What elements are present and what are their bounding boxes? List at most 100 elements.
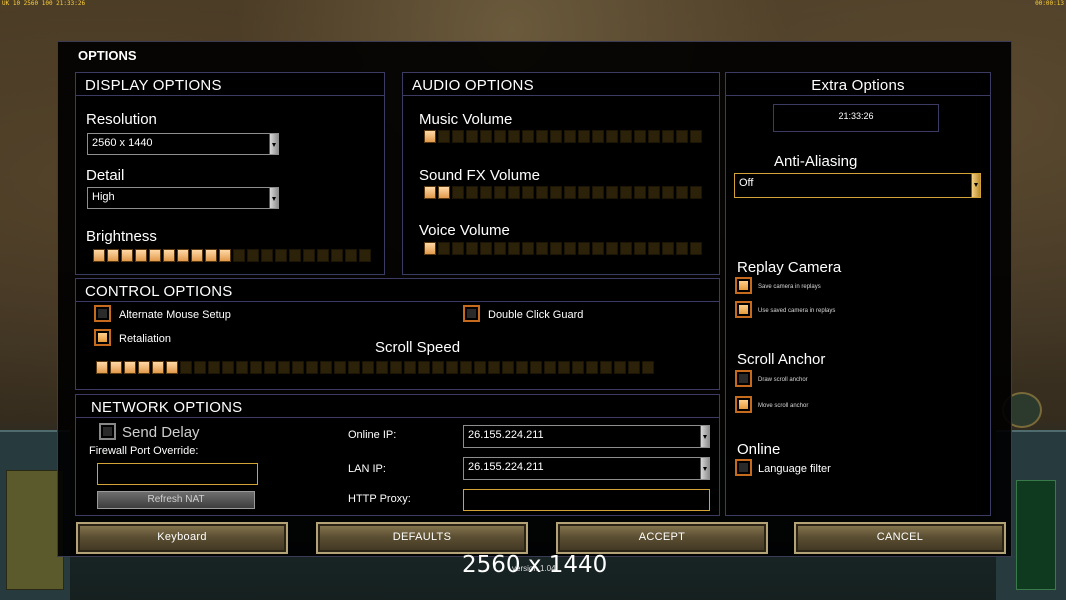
brightness-segment[interactable] <box>93 249 105 262</box>
music-volume-segment[interactable] <box>606 130 618 143</box>
brightness-segment[interactable] <box>191 249 203 262</box>
scroll-speed-segment[interactable] <box>446 361 458 374</box>
brightness-segment[interactable] <box>107 249 119 262</box>
scroll-speed-segment[interactable] <box>558 361 570 374</box>
retaliation-checkbox[interactable] <box>94 329 111 346</box>
scroll-speed-segment[interactable] <box>488 361 500 374</box>
sound-fx-volume-segment[interactable] <box>466 186 478 199</box>
sound-fx-volume-segment[interactable] <box>494 186 506 199</box>
scroll-speed-segment[interactable] <box>418 361 430 374</box>
voice-volume-segment[interactable] <box>606 242 618 255</box>
scroll-speed-segment[interactable] <box>138 361 150 374</box>
scroll-speed-slider[interactable] <box>96 361 654 374</box>
scroll-speed-segment[interactable] <box>404 361 416 374</box>
music-volume-segment[interactable] <box>452 130 464 143</box>
scroll-speed-segment[interactable] <box>152 361 164 374</box>
voice-volume-segment[interactable] <box>508 242 520 255</box>
brightness-segment[interactable] <box>275 249 287 262</box>
brightness-segment[interactable] <box>289 249 301 262</box>
scroll-speed-segment[interactable] <box>264 361 276 374</box>
chevron-down-icon[interactable] <box>269 188 278 208</box>
brightness-segment[interactable] <box>261 249 273 262</box>
brightness-segment[interactable] <box>233 249 245 262</box>
scroll-speed-segment[interactable] <box>642 361 654 374</box>
scroll-speed-segment[interactable] <box>250 361 262 374</box>
scroll-speed-segment[interactable] <box>362 361 374 374</box>
voice-volume-segment[interactable] <box>620 242 632 255</box>
sound-fx-volume-segment[interactable] <box>676 186 688 199</box>
scroll-speed-segment[interactable] <box>530 361 542 374</box>
brightness-segment[interactable] <box>163 249 175 262</box>
scroll-speed-segment[interactable] <box>600 361 612 374</box>
keyboard-button[interactable]: Keyboard <box>76 522 288 554</box>
music-volume-segment[interactable] <box>466 130 478 143</box>
scroll-speed-segment[interactable] <box>236 361 248 374</box>
double-click-guard-checkbox[interactable] <box>463 305 480 322</box>
sound-fx-volume-segment[interactable] <box>522 186 534 199</box>
scroll-speed-segment[interactable] <box>278 361 290 374</box>
music-volume-segment[interactable] <box>676 130 688 143</box>
music-volume-segment[interactable] <box>690 130 702 143</box>
scroll-speed-segment[interactable] <box>460 361 472 374</box>
voice-volume-segment[interactable] <box>592 242 604 255</box>
voice-volume-segment[interactable] <box>452 242 464 255</box>
sound-fx-volume-segment[interactable] <box>452 186 464 199</box>
music-volume-segment[interactable] <box>634 130 646 143</box>
sound-fx-volume-segment[interactable] <box>592 186 604 199</box>
voice-volume-segment[interactable] <box>676 242 688 255</box>
brightness-segment[interactable] <box>345 249 357 262</box>
sound-fx-volume-segment[interactable] <box>690 186 702 199</box>
chevron-down-icon[interactable] <box>700 458 709 479</box>
voice-volume-segment[interactable] <box>550 242 562 255</box>
voice-volume-segment[interactable] <box>494 242 506 255</box>
brightness-slider[interactable] <box>93 249 371 262</box>
sound-fx-volume-segment[interactable] <box>648 186 660 199</box>
scroll-speed-segment[interactable] <box>390 361 402 374</box>
scroll-speed-segment[interactable] <box>628 361 640 374</box>
scroll-speed-segment[interactable] <box>544 361 556 374</box>
voice-volume-segment[interactable] <box>480 242 492 255</box>
scroll-speed-segment[interactable] <box>334 361 346 374</box>
brightness-segment[interactable] <box>135 249 147 262</box>
voice-volume-segment[interactable] <box>648 242 660 255</box>
scroll-speed-segment[interactable] <box>306 361 318 374</box>
brightness-segment[interactable] <box>177 249 189 262</box>
move-scroll-anchor-checkbox[interactable] <box>735 396 752 413</box>
sound-fx-volume-slider[interactable] <box>424 186 702 199</box>
music-volume-segment[interactable] <box>662 130 674 143</box>
voice-volume-segment[interactable] <box>634 242 646 255</box>
voice-volume-segment[interactable] <box>424 242 436 255</box>
sound-fx-volume-segment[interactable] <box>564 186 576 199</box>
scroll-speed-segment[interactable] <box>194 361 206 374</box>
scroll-speed-segment[interactable] <box>572 361 584 374</box>
use-saved-camera-checkbox[interactable] <box>735 301 752 318</box>
brightness-segment[interactable] <box>219 249 231 262</box>
music-volume-segment[interactable] <box>578 130 590 143</box>
alternate-mouse-checkbox[interactable] <box>94 305 111 322</box>
brightness-segment[interactable] <box>247 249 259 262</box>
scroll-speed-segment[interactable] <box>124 361 136 374</box>
music-volume-segment[interactable] <box>424 130 436 143</box>
sound-fx-volume-segment[interactable] <box>424 186 436 199</box>
brightness-segment[interactable] <box>331 249 343 262</box>
brightness-segment[interactable] <box>303 249 315 262</box>
lan-ip-dropdown[interactable]: 26.155.224.211 <box>463 457 710 480</box>
scroll-speed-segment[interactable] <box>320 361 332 374</box>
voice-volume-segment[interactable] <box>466 242 478 255</box>
cancel-button[interactable]: CANCEL <box>794 522 1006 554</box>
music-volume-slider[interactable] <box>424 130 702 143</box>
brightness-segment[interactable] <box>317 249 329 262</box>
detail-dropdown[interactable]: High <box>87 187 279 209</box>
voice-volume-segment[interactable] <box>690 242 702 255</box>
sound-fx-volume-segment[interactable] <box>620 186 632 199</box>
voice-volume-segment[interactable] <box>662 242 674 255</box>
scroll-speed-segment[interactable] <box>432 361 444 374</box>
music-volume-segment[interactable] <box>592 130 604 143</box>
http-proxy-input[interactable] <box>463 489 710 511</box>
save-camera-checkbox[interactable] <box>735 277 752 294</box>
music-volume-segment[interactable] <box>536 130 548 143</box>
brightness-segment[interactable] <box>205 249 217 262</box>
voice-volume-segment[interactable] <box>564 242 576 255</box>
scroll-speed-segment[interactable] <box>180 361 192 374</box>
music-volume-segment[interactable] <box>564 130 576 143</box>
